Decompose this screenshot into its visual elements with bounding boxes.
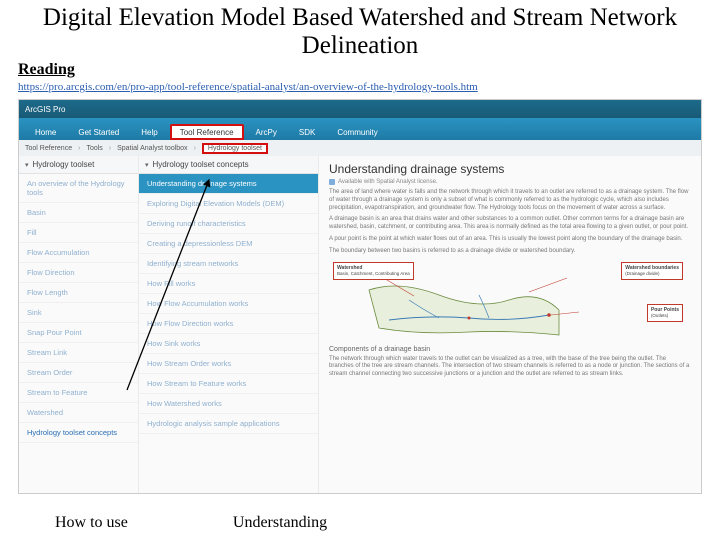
navbar: Home Get Started Help Tool Reference Arc…: [19, 118, 701, 140]
col2-header[interactable]: ▾ Hydrology toolset concepts: [139, 156, 318, 174]
concept-flow-accum[interactable]: How Flow Accumulation works: [139, 294, 318, 314]
concept-depressionless[interactable]: Creating a depressionless DEM: [139, 234, 318, 254]
concept-fill[interactable]: How Fill works: [139, 274, 318, 294]
concept-flow-dir[interactable]: How Flow Direction works: [139, 314, 318, 334]
article-p5: The network through which water travels …: [329, 356, 691, 379]
article-p2: A drainage basin is an area that drains …: [329, 216, 691, 232]
nav-arcpy[interactable]: ArcPy: [246, 124, 287, 140]
concept-sink[interactable]: How Sink works: [139, 334, 318, 354]
item-overview[interactable]: An overview of the Hydrology tools: [19, 174, 138, 203]
crumb-hydrology-toolset[interactable]: Hydrology toolset: [202, 143, 268, 154]
col1-header[interactable]: ▾ Hydrology toolset: [19, 156, 138, 174]
concept-stream-order[interactable]: How Stream Order works: [139, 354, 318, 374]
chevron-icon: ›: [78, 145, 80, 152]
watershed-diagram: WatershedBasin, Catchment, Contributing …: [329, 260, 691, 340]
chevron-down-icon: ▾: [25, 161, 29, 169]
nav-tool-reference[interactable]: Tool Reference: [170, 124, 244, 140]
crumb-tools[interactable]: Tools: [86, 145, 102, 152]
concept-dem[interactable]: Exploring Digital Elevation Models (DEM): [139, 194, 318, 214]
column-concepts: ▾ Hydrology toolset concepts Understandin…: [139, 156, 319, 493]
item-stream-order[interactable]: Stream Order: [19, 363, 138, 383]
crumb-tool-reference[interactable]: Tool Reference: [25, 145, 72, 152]
col2-header-text: Hydrology toolset concepts: [153, 160, 312, 169]
item-concepts[interactable]: Hydrology toolset concepts: [19, 423, 138, 443]
chevron-down-icon: ▾: [145, 161, 149, 169]
item-watershed[interactable]: Watershed: [19, 403, 138, 423]
label-how-to-use: How to use: [55, 514, 128, 532]
item-snap-pour-point[interactable]: Snap Pour Point: [19, 323, 138, 343]
diagram-svg: [329, 260, 691, 340]
nav-home[interactable]: Home: [25, 124, 66, 140]
crumb-spatial-analyst[interactable]: Spatial Analyst toolbox: [117, 145, 187, 152]
concept-drainage[interactable]: Understanding drainage systems: [139, 174, 318, 194]
article-p1: The area of land where water is falls an…: [329, 189, 691, 212]
item-basin[interactable]: Basin: [19, 203, 138, 223]
slide-title: Digital Elevation Model Based Watershed …: [0, 0, 720, 59]
bottom-labels: How to use Understanding: [0, 514, 720, 532]
concept-sample[interactable]: Hydrologic analysis sample applications: [139, 414, 318, 434]
concept-runoff[interactable]: Deriving runoff characteristics: [139, 214, 318, 234]
article-p3: A pour point is the point at which water…: [329, 236, 691, 244]
item-fill[interactable]: Fill: [19, 223, 138, 243]
concept-stream-networks[interactable]: Identifying stream networks: [139, 254, 318, 274]
diagram-caption: Components of a drainage basin: [329, 346, 691, 353]
nav-community[interactable]: Community: [327, 124, 387, 140]
chevron-icon: ›: [194, 145, 196, 152]
article-p4: The boundary between two basins is refer…: [329, 248, 691, 256]
reference-url[interactable]: https://pro.arcgis.com/en/pro-app/tool-r…: [0, 79, 720, 99]
item-stream-link[interactable]: Stream Link: [19, 343, 138, 363]
item-stream-to-feature[interactable]: Stream to Feature: [19, 383, 138, 403]
brand-label: ArcGIS Pro: [25, 105, 65, 114]
license-note: Available with Spatial Analyst license.: [329, 179, 691, 185]
content-area: ▾ Hydrology toolset An overview of the Hy…: [19, 156, 701, 493]
arcgis-screenshot: ArcGIS Pro Home Get Started Help Tool Re…: [18, 99, 702, 494]
column-toolset: ▾ Hydrology toolset An overview of the Hy…: [19, 156, 139, 493]
chevron-icon: ›: [109, 145, 111, 152]
col1-header-text: Hydrology toolset: [33, 160, 132, 169]
concept-watershed[interactable]: How Watershed works: [139, 394, 318, 414]
item-flow-length[interactable]: Flow Length: [19, 283, 138, 303]
article-heading: Understanding drainage systems: [329, 162, 691, 176]
item-flow-direction[interactable]: Flow Direction: [19, 263, 138, 283]
nav-help[interactable]: Help: [131, 124, 167, 140]
reading-label: Reading: [0, 59, 720, 79]
license-icon: [329, 179, 335, 185]
article-pane: Understanding drainage systems Available…: [319, 156, 701, 493]
topbar: ArcGIS Pro: [19, 100, 701, 118]
breadcrumb: Tool Reference › Tools › Spatial Analyst t…: [19, 140, 701, 156]
item-flow-accumulation[interactable]: Flow Accumulation: [19, 243, 138, 263]
label-understanding: Understanding: [233, 514, 327, 532]
nav-sdk[interactable]: SDK: [289, 124, 325, 140]
item-sink[interactable]: Sink: [19, 303, 138, 323]
concept-stream-feature[interactable]: How Stream to Feature works: [139, 374, 318, 394]
nav-get-started[interactable]: Get Started: [68, 124, 129, 140]
